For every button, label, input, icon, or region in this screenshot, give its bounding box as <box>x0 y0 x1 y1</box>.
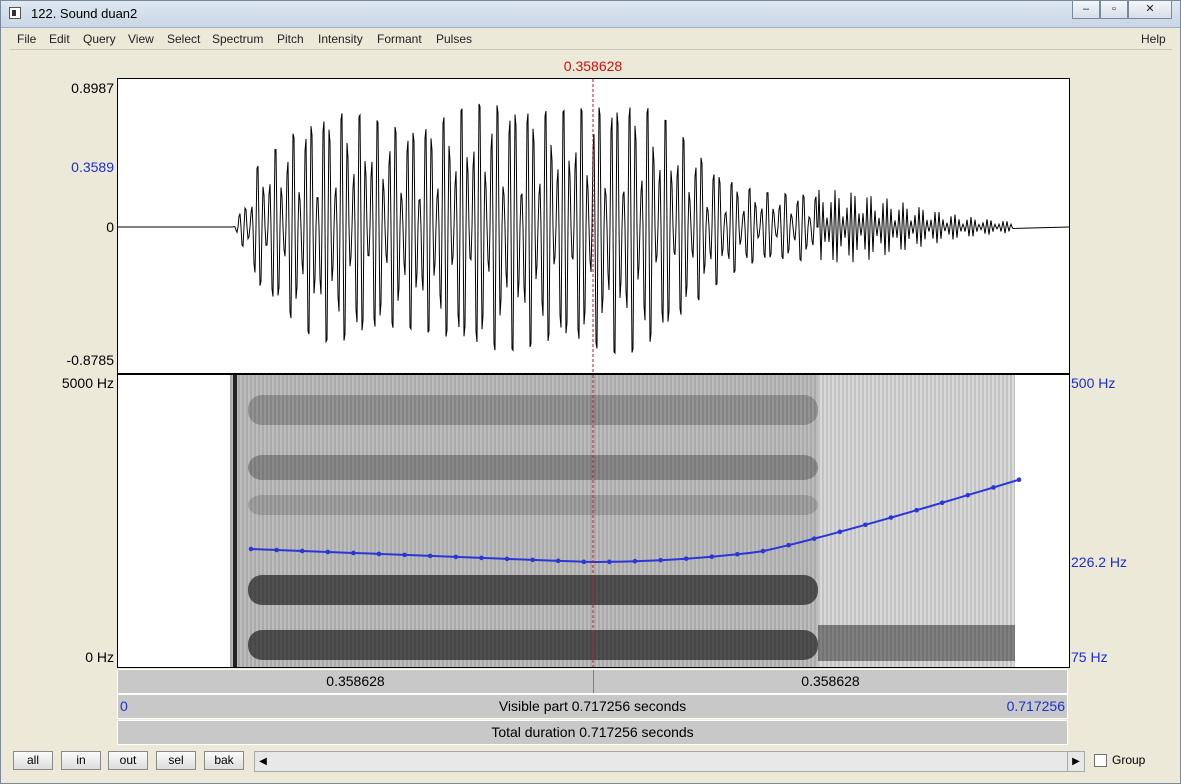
menu-select[interactable]: Select <box>167 32 200 46</box>
sound-editor-window: 122. Sound duan2 ‒ ▫ ✕ File Edit Query V… <box>0 0 1181 784</box>
menu-query[interactable]: Query <box>83 32 116 46</box>
visible-part-bar[interactable]: Visible part 0.717256 seconds 0 0.717256 <box>117 694 1068 719</box>
pitch-point <box>786 542 791 548</box>
waveform-panel[interactable] <box>117 78 1070 374</box>
zoom-in-button[interactable]: in <box>61 751 101 770</box>
pitch-point <box>914 507 919 513</box>
pitch-point <box>427 553 433 559</box>
visible-part-label: Visible part 0.717256 seconds <box>498 698 687 714</box>
total-duration-label: Total duration 0.717256 seconds <box>491 724 694 740</box>
menu-intensity[interactable]: Intensity <box>318 32 363 46</box>
pitch-point <box>837 529 843 535</box>
close-button[interactable]: ✕ <box>1128 1 1172 19</box>
menu-help[interactable]: Help <box>1141 32 1166 46</box>
zoom-back-button[interactable]: bak <box>204 751 244 770</box>
spectrogram-striations <box>230 375 1015 667</box>
pitch-point <box>607 559 612 565</box>
total-duration-bar[interactable]: Total duration 0.717256 seconds <box>117 720 1068 745</box>
menu-pitch[interactable]: Pitch <box>277 32 304 46</box>
menu-file[interactable]: File <box>17 32 36 46</box>
time-scrollbar[interactable]: ◀ ▶ <box>254 751 1085 772</box>
menu-view[interactable]: View <box>128 32 154 46</box>
menu-bar: File Edit Query View Select Spectrum Pit… <box>10 29 1172 50</box>
waveform-y-zero: 0 <box>106 219 114 235</box>
pitch-point <box>863 522 868 528</box>
pitch-point <box>325 549 331 555</box>
minimize-button[interactable]: ‒ <box>1072 1 1100 19</box>
pitch-point <box>299 548 305 554</box>
title-bar[interactable]: 122. Sound duan2 ‒ ▫ ✕ <box>1 1 1180 28</box>
pitch-point <box>453 554 459 560</box>
window-icon <box>9 7 21 19</box>
pitch-point <box>376 551 382 557</box>
pitch-point <box>632 558 638 564</box>
pitch-point <box>991 485 996 490</box>
menu-pulses[interactable]: Pulses <box>436 32 472 46</box>
pitch-axis-min: 75 Hz <box>1071 649 1108 665</box>
pitch-point <box>965 492 971 498</box>
waveform-y-max: 0.8987 <box>71 80 114 96</box>
pitch-point <box>248 546 254 552</box>
scroll-right-arrow-icon[interactable]: ▶ <box>1067 752 1084 771</box>
right-segment-label: 0.358628 <box>801 673 860 689</box>
pitch-point <box>658 557 663 563</box>
pitch-point <box>274 547 279 553</box>
left-segment[interactable]: 0.358628 <box>118 670 594 693</box>
pitch-point <box>479 555 484 561</box>
zoom-selection-button[interactable]: sel <box>156 751 196 770</box>
pitch-point <box>1016 477 1022 482</box>
menu-edit[interactable]: Edit <box>49 32 70 46</box>
selection-time-bar[interactable]: 0.358628 0.358628 <box>117 669 1068 694</box>
waveform-y-cursor: 0.3589 <box>71 159 114 175</box>
cursor-time-label: 0.358628 <box>563 58 623 74</box>
right-segment[interactable]: 0.358628 <box>594 670 1067 693</box>
pitch-point <box>760 548 766 554</box>
pitch-point <box>555 558 561 564</box>
pitch-axis-cursor: 226.2 Hz <box>1071 554 1128 570</box>
pitch-point <box>683 556 689 561</box>
spectrogram-freq-min: 0 Hz <box>85 649 114 665</box>
spectrogram-panel[interactable] <box>117 374 1070 668</box>
menu-formant[interactable]: Formant <box>377 32 422 46</box>
visible-end-label: 0.717256 <box>1006 698 1065 714</box>
pitch-point <box>811 536 817 541</box>
pitch-point <box>888 515 894 520</box>
pitch-point <box>709 554 715 559</box>
visible-start-label: 0 <box>120 698 128 714</box>
pitch-point <box>939 500 945 506</box>
pitch-point <box>530 557 535 563</box>
pitch-axis-max: 500 Hz <box>1071 375 1116 391</box>
pitch-point <box>581 559 587 565</box>
scroll-left-arrow-icon[interactable]: ◀ <box>255 752 271 771</box>
pitch-point <box>735 551 740 557</box>
zoom-out-button[interactable]: out <box>108 751 148 770</box>
spectrogram-onset <box>233 375 237 667</box>
pitch-point <box>504 556 510 562</box>
spectrogram-freq-max: 5000 Hz <box>61 375 114 391</box>
waveform-plot <box>118 79 1069 373</box>
restore-button[interactable]: ▫ <box>1100 1 1128 19</box>
zoom-all-button[interactable]: all <box>13 751 53 770</box>
group-checkbox[interactable] <box>1094 754 1107 767</box>
menu-spectrum[interactable]: Spectrum <box>212 32 263 46</box>
window-title: 122. Sound duan2 <box>31 6 138 21</box>
pitch-point <box>351 550 356 556</box>
pitch-point <box>402 552 407 558</box>
left-segment-label: 0.358628 <box>326 673 385 689</box>
spectrogram-plot <box>118 375 1069 667</box>
waveform-y-min: -0.8785 <box>66 352 114 368</box>
group-label: Group <box>1112 753 1146 767</box>
